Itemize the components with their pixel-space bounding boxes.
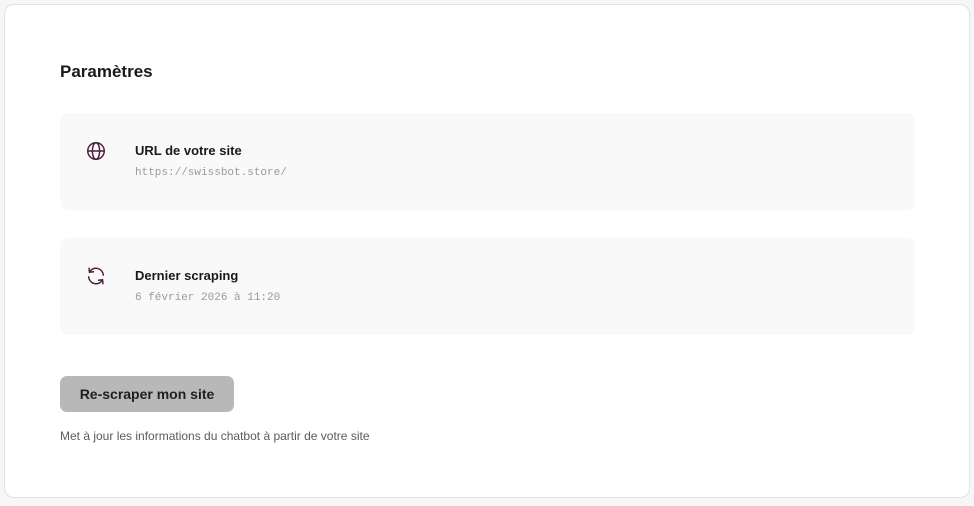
setting-last-scraping: Dernier scraping 6 février 2026 à 11:20 — [60, 238, 915, 335]
page-title: Paramètres — [60, 62, 153, 81]
setting-site-url: URL de votre site https://swissbot.store… — [60, 113, 915, 210]
last-scraping-label: Dernier scraping — [135, 268, 239, 283]
settings-card: Paramètres URL de votre site https://swi… — [4, 4, 970, 498]
site-url-label: URL de votre site — [135, 143, 242, 158]
globe-icon — [85, 140, 107, 162]
last-scraping-value: 6 février 2026 à 11:20 — [135, 292, 281, 304]
rescrape-button[interactable]: Re-scraper mon site — [60, 376, 234, 412]
rescrape-help-text: Met à jour les informations du chatbot à… — [60, 429, 370, 443]
site-url-value: https://swissbot.store/ — [135, 167, 287, 179]
refresh-icon — [85, 265, 107, 287]
